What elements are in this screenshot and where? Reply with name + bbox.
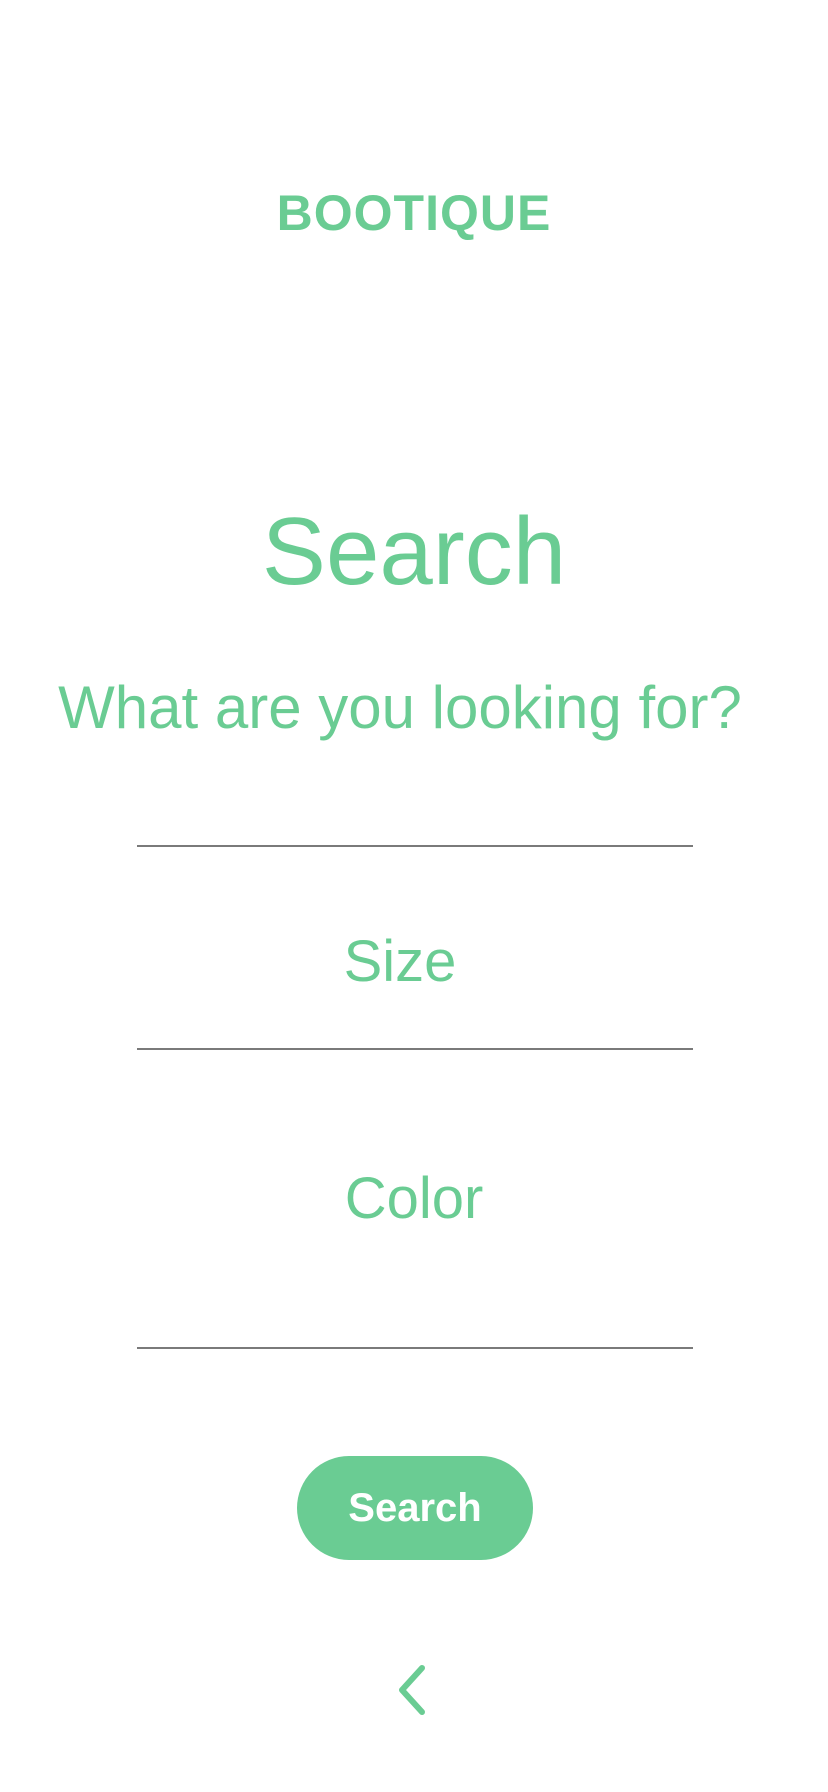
query-input-underline[interactable] xyxy=(137,845,693,847)
size-field[interactable]: Size xyxy=(0,930,800,994)
chevron-left-icon xyxy=(390,1660,440,1720)
page-title: Search xyxy=(261,498,567,606)
search-button[interactable]: Search xyxy=(297,1456,533,1560)
search-screen: BOOTIQUE Search What are you looking for… xyxy=(0,0,828,1792)
back-button[interactable] xyxy=(390,1660,440,1720)
search-query-prompt: What are you looking for? xyxy=(58,674,742,741)
app-logo: BOOTIQUE xyxy=(276,185,552,241)
size-field-underline xyxy=(137,1048,693,1050)
color-field-underline xyxy=(137,1347,693,1349)
color-field[interactable]: Color xyxy=(0,1167,828,1231)
